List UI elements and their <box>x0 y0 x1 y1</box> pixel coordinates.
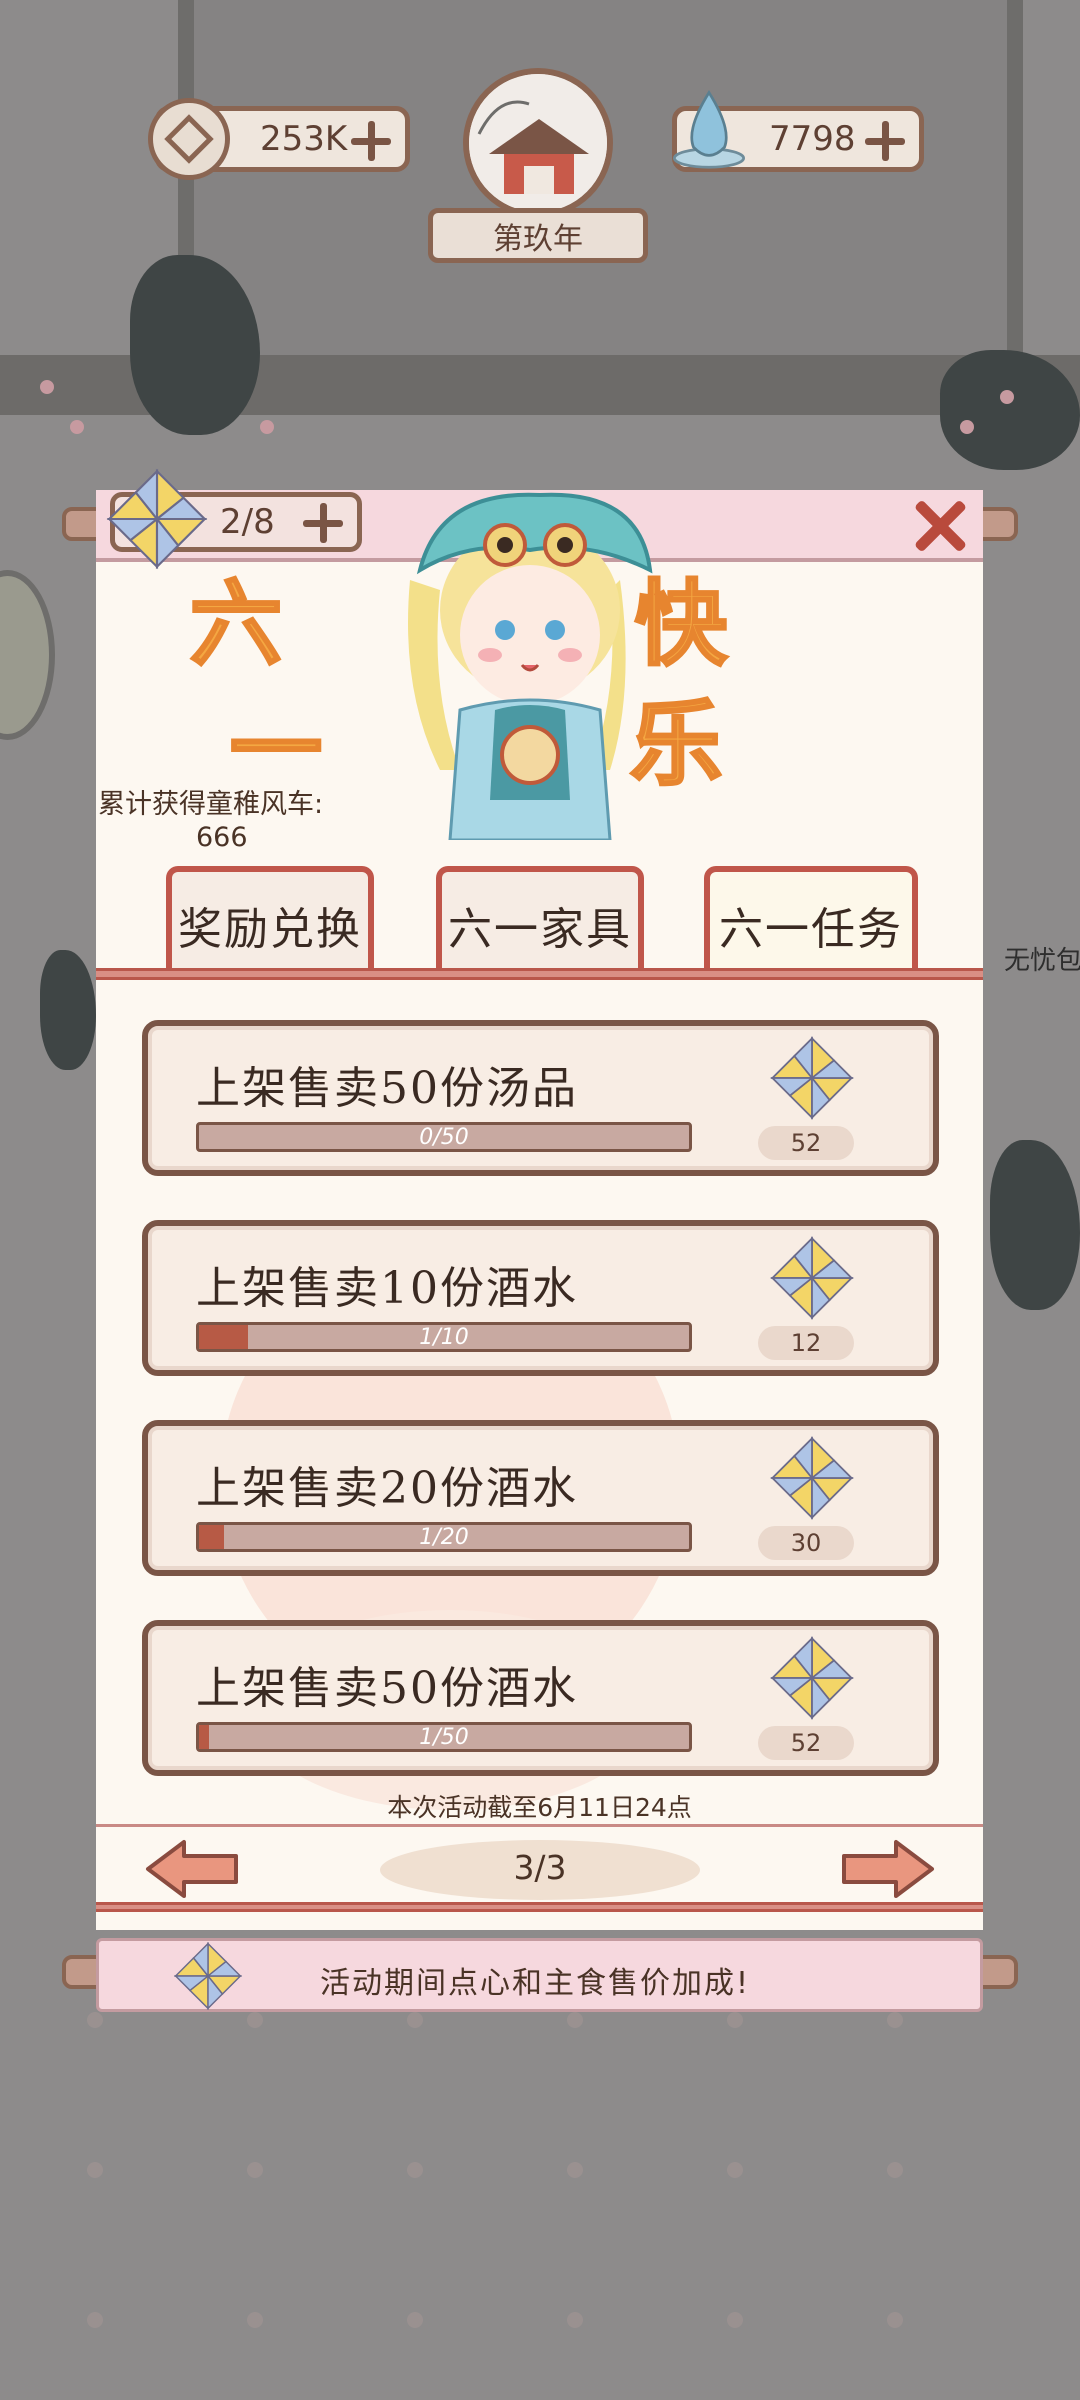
task-card-4[interactable]: 上架售卖50份酒水 1/50 52 <box>142 1620 939 1776</box>
children-day-banner: 六 一 快 乐 <box>188 470 790 842</box>
event-deadline: 本次活动截至6月11日24点 <box>387 1793 692 1822</box>
close-button[interactable] <box>912 498 968 554</box>
pinwheel-reward-icon <box>771 1437 853 1519</box>
water-value: 7798 <box>769 119 856 159</box>
task-card-2[interactable]: 上架售卖10份酒水 1/10 12 <box>142 1220 939 1376</box>
pinwheel-reward-icon <box>771 1037 853 1119</box>
pinwheel-counter-value: 2/8 <box>220 502 275 542</box>
next-page-arrow-icon[interactable] <box>840 1838 936 1900</box>
task-progress-text: 1/10 <box>419 1324 469 1350</box>
banner-char-3: 快 <box>633 569 728 680</box>
background-floral-pattern <box>87 2012 903 2328</box>
task-title: 上架售卖10份酒水 <box>196 1263 578 1314</box>
tab-underline <box>96 968 983 980</box>
task-progress-bar: 0/50 <box>196 1122 692 1152</box>
background-blossom <box>1000 390 1014 404</box>
task-card-1[interactable]: 上架售卖50份汤品 0/50 52 <box>142 1020 939 1176</box>
tab-children-day-tasks[interactable]: 六一任务 <box>704 866 918 978</box>
task-reward-amount: 12 <box>758 1326 854 1360</box>
year-label: 第玖年 <box>428 208 648 263</box>
task-progress-text: 1/20 <box>419 1524 469 1550</box>
tab-reward-exchange[interactable]: 奖励兑换 <box>166 866 374 978</box>
task-progress-bar: 1/20 <box>196 1522 692 1552</box>
pinwheel-icon <box>174 1942 242 2010</box>
pinwheel-reward-icon <box>771 1637 853 1719</box>
page-indicator: 3/3 <box>513 1848 567 1887</box>
task-reward-amount: 52 <box>758 1126 854 1160</box>
footer-notice: 活动期间点心和主食售价加成! <box>320 1966 751 2001</box>
background-blossom <box>40 380 54 394</box>
coins-value: 253K <box>260 119 348 159</box>
year-badge[interactable]: 第玖年 <box>428 68 648 263</box>
total-pinwheels-value: 666 <box>196 822 248 853</box>
water-drop-icon <box>668 88 750 170</box>
pinwheel-reward-icon <box>771 1237 853 1319</box>
task-reward-amount: 30 <box>758 1526 854 1560</box>
task-card-3[interactable]: 上架售卖20份酒水 1/20 30 <box>142 1420 939 1576</box>
divider <box>96 1824 983 1827</box>
task-reward-amount: 52 <box>758 1726 854 1760</box>
task-progress-text: 0/50 <box>419 1124 469 1150</box>
tab-children-day-furniture[interactable]: 六一家具 <box>436 866 644 978</box>
panel-bottom-border <box>96 1902 983 1912</box>
total-pinwheels-label: 累计获得童稚风车: <box>98 789 324 820</box>
add-coins-plus-icon[interactable] <box>351 121 391 161</box>
task-title: 上架售卖20份酒水 <box>196 1463 578 1514</box>
task-title: 上架售卖50份汤品 <box>196 1063 578 1114</box>
banner-char-4: 乐 <box>628 689 723 800</box>
task-progress-bar: 1/50 <box>196 1722 692 1752</box>
previous-page-arrow-icon[interactable] <box>144 1838 240 1900</box>
background-blossom <box>70 420 84 434</box>
background-blossom <box>260 420 274 434</box>
background-blossom <box>960 420 974 434</box>
coin-icon <box>148 98 230 180</box>
task-progress-bar: 1/10 <box>196 1322 692 1352</box>
year-scene-icon <box>463 68 613 218</box>
task-progress-text: 1/50 <box>419 1724 469 1750</box>
side-building-label[interactable]: 无忧包 <box>1004 940 1080 977</box>
add-water-plus-icon[interactable] <box>865 121 905 161</box>
banner-char-1: 六 <box>188 569 283 680</box>
task-title: 上架售卖50份酒水 <box>196 1663 578 1714</box>
